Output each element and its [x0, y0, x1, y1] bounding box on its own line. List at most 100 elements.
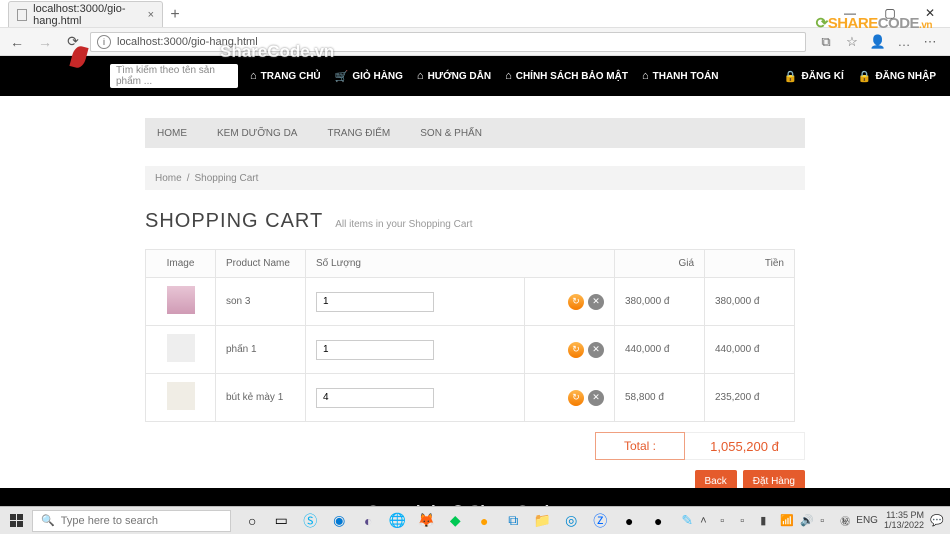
crumb-current: Shopping Cart	[194, 173, 258, 184]
breadcrumb: Home / Shopping Cart	[145, 166, 805, 190]
product-thumb[interactable]	[167, 382, 195, 410]
nav-login[interactable]: 🔒ĐĂNG NHẬP	[858, 70, 936, 83]
tray-icon2[interactable]: ▫	[740, 515, 754, 527]
page-title: SHOPPING CART	[145, 210, 323, 233]
page-footer	[0, 488, 950, 506]
lang-indicator[interactable]: ENG	[856, 515, 878, 526]
home-icon: ⌂	[250, 70, 257, 82]
nav-payment[interactable]: ⌂THANH TOÁN	[642, 70, 719, 83]
nav-home[interactable]: ⌂TRANG CHỦ	[250, 70, 321, 83]
nav-guide[interactable]: ⌂HƯỚNG DẪN	[417, 70, 491, 83]
th-price: Giá	[615, 250, 705, 278]
close-button[interactable]: ✕	[910, 0, 950, 27]
zalo-icon[interactable]: Ⓩ	[587, 508, 613, 534]
profile-icon[interactable]: 👤	[870, 34, 886, 50]
refresh-icon[interactable]: ↻	[568, 390, 584, 406]
total-label: Total :	[595, 432, 685, 460]
taskview-icon[interactable]: ▭	[268, 508, 294, 534]
taskbar-apps: ○ ▭ Ⓢ ◉ ◐ 🌐 🦊 ◆ ● ⧉ 📁 ◎ Ⓩ ● ● ✎	[239, 508, 700, 534]
vscode-icon[interactable]: ⧉	[500, 508, 526, 534]
payment-icon: ⌂	[642, 70, 649, 82]
cell-total: 440,000 đ	[705, 326, 795, 374]
windows-taskbar: 🔍 Type here to search ○ ▭ Ⓢ ◉ ◐ 🌐 🦊 ◆ ● …	[0, 506, 950, 534]
back-button[interactable]: ←	[6, 31, 28, 53]
subnav-cat2[interactable]: TRANG ĐIỂM	[327, 128, 390, 139]
menu-icon[interactable]: ⋯	[922, 34, 938, 50]
extension-icon[interactable]: ⧉	[818, 34, 834, 50]
url-input[interactable]: i localhost:3000/gio-hang.html	[90, 32, 806, 52]
qty-input[interactable]	[316, 292, 434, 312]
tab-close-icon[interactable]: ×	[148, 9, 154, 21]
firefox-icon[interactable]: 🦊	[413, 508, 439, 534]
subnav-home[interactable]: HOME	[157, 128, 187, 139]
cell-actions: ↻✕	[525, 326, 615, 374]
logo-text: Oakya	[28, 63, 91, 90]
clock[interactable]: 11:35 PM 1/13/2022	[884, 511, 924, 531]
site-logo[interactable]: Oakya	[28, 48, 106, 90]
eclipse-icon[interactable]: ◐	[355, 508, 381, 534]
nav-cart[interactable]: 🛒GIỎ HÀNG	[335, 70, 403, 83]
table-row: son 3↻✕380,000 đ380,000 đ	[146, 278, 795, 326]
wifi-icon[interactable]: 📶	[780, 514, 794, 527]
app4-icon[interactable]: ●	[645, 508, 671, 534]
site-info-icon[interactable]: i	[97, 35, 111, 49]
app3-icon[interactable]: ●	[616, 508, 642, 534]
skype-icon[interactable]: Ⓢ	[297, 508, 323, 534]
explorer-icon[interactable]: 📁	[529, 508, 555, 534]
subnav-cat1[interactable]: KEM DƯỠNG DA	[217, 128, 297, 139]
tray-icon[interactable]: ▫	[720, 515, 734, 527]
remove-icon[interactable]: ✕	[588, 294, 604, 310]
browser2-icon[interactable]: ◎	[558, 508, 584, 534]
guide-icon: ⌂	[417, 70, 424, 82]
notifications-icon[interactable]: 💬	[930, 514, 944, 527]
cell-name: son 3	[216, 278, 306, 326]
cell-image	[146, 374, 216, 422]
battery-icon[interactable]: ▮	[760, 514, 774, 527]
maximize-button[interactable]: ▢	[870, 0, 910, 27]
th-name: Product Name	[216, 250, 306, 278]
app2-icon[interactable]: ●	[471, 508, 497, 534]
tray-up-icon[interactable]: ˄	[700, 515, 714, 527]
app5-icon[interactable]: ✎	[674, 508, 700, 534]
chrome-icon[interactable]: 🌐	[384, 508, 410, 534]
th-qty: Số Lượng	[306, 250, 615, 278]
tray-icon3[interactable]: ▫	[820, 515, 834, 527]
cell-price: 58,800 đ	[615, 374, 705, 422]
nav-privacy[interactable]: ⌂CHÍNH SÁCH BẢO MẬT	[505, 70, 628, 83]
taskbar-search[interactable]: 🔍 Type here to search	[32, 510, 231, 532]
totals-row: Total : 1,055,200 đ	[145, 432, 805, 460]
remove-icon[interactable]: ✕	[588, 390, 604, 406]
cortana-icon[interactable]: ○	[239, 508, 265, 534]
refresh-icon[interactable]: ↻	[568, 342, 584, 358]
qty-input[interactable]	[316, 388, 434, 408]
app-icon[interactable]: ◆	[442, 508, 468, 534]
qty-input[interactable]	[316, 340, 434, 360]
top-nav: ⌂TRANG CHỦ 🛒GIỎ HÀNG ⌂HƯỚNG DẪN ⌂CHÍNH S…	[250, 70, 719, 83]
crumb-home[interactable]: Home	[155, 173, 182, 184]
page-title-row: SHOPPING CART All items in your Shopping…	[145, 210, 805, 233]
more-icon[interactable]: …	[896, 34, 912, 50]
search-input[interactable]: Tìm kiếm theo tên sản phẩm ...	[110, 64, 238, 88]
cell-name: phấn 1	[216, 326, 306, 374]
main-header: Tìm kiếm theo tên sản phẩm ... ⌂TRANG CH…	[0, 56, 950, 96]
product-thumb[interactable]	[167, 334, 195, 362]
nav-register[interactable]: 🔒ĐĂNG KÍ	[784, 70, 844, 83]
bookmark-icon[interactable]: ☆	[844, 34, 860, 50]
browser-tab[interactable]: localhost:3000/gio-hang.html ×	[8, 1, 163, 27]
start-button[interactable]	[0, 507, 32, 535]
new-tab-button[interactable]: +	[163, 3, 187, 27]
minimize-button[interactable]: —	[830, 0, 870, 27]
th-image: Image	[146, 250, 216, 278]
page-icon	[17, 9, 27, 21]
table-row: phấn 1↻✕440,000 đ440,000 đ	[146, 326, 795, 374]
product-thumb[interactable]	[167, 286, 195, 314]
edge-icon[interactable]: ◉	[326, 508, 352, 534]
cart-table: Image Product Name Số Lượng Giá Tiền son…	[145, 249, 795, 422]
subnav-cat3[interactable]: SON & PHẤN	[420, 128, 482, 139]
volume-icon[interactable]: 🔊	[800, 514, 814, 527]
ime-icon[interactable]: ㊙	[840, 513, 850, 528]
category-nav: HOME KEM DƯỠNG DA TRANG ĐIỂM SON & PHẤN	[145, 118, 805, 148]
refresh-icon[interactable]: ↻	[568, 294, 584, 310]
remove-icon[interactable]: ✕	[588, 342, 604, 358]
page-subtitle: All items in your Shopping Cart	[335, 219, 472, 230]
